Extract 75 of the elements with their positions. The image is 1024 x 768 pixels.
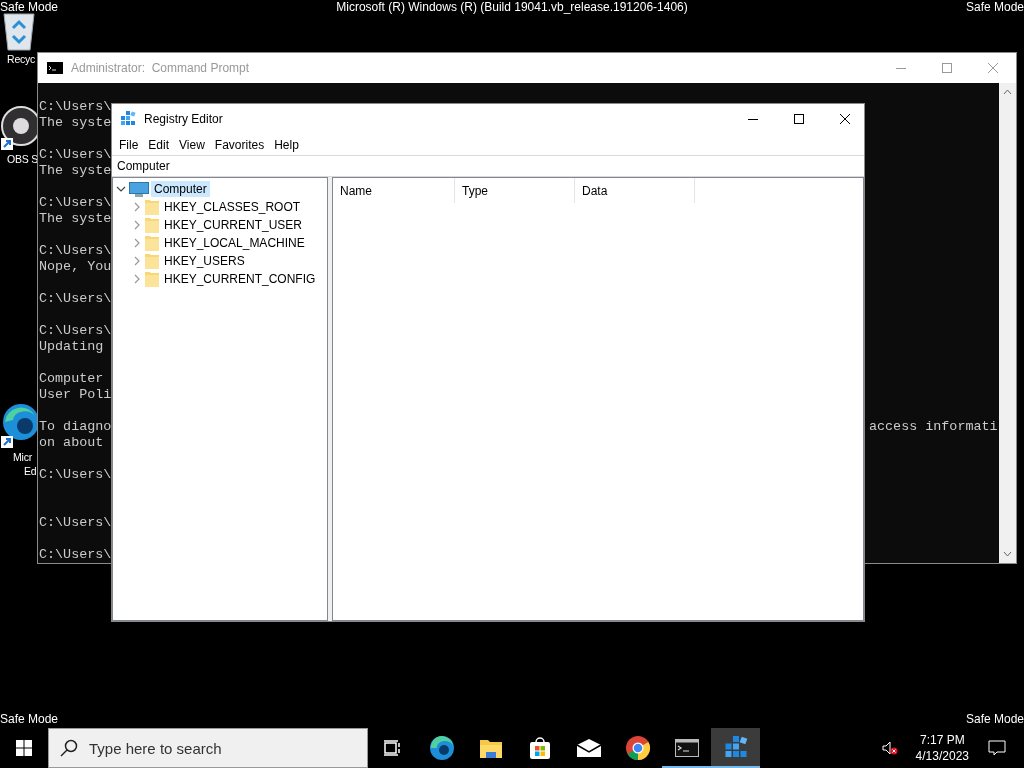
- console-line: To diagno: [39, 418, 112, 435]
- console-line: The syste: [39, 115, 112, 131]
- desktop-icon-label[interactable]: Ed: [24, 464, 37, 478]
- safe-mode-label: Safe Mode: [965, 0, 1024, 14]
- console-icon: [47, 62, 63, 74]
- menu-item[interactable]: View: [174, 135, 210, 154]
- minimize-icon: [748, 118, 758, 120]
- registry-icon: [120, 111, 136, 127]
- console-line: Computer: [39, 370, 104, 387]
- close-icon: [840, 114, 850, 124]
- window-title: Administrator: Command Prompt: [71, 61, 250, 75]
- console-line: C:\Users\: [39, 514, 112, 531]
- column-header[interactable]: Data: [575, 178, 695, 203]
- store-icon: [527, 736, 552, 760]
- tree-item[interactable]: HKEY_CURRENT_CONFIG: [161, 271, 319, 287]
- folder-icon: [145, 235, 159, 251]
- desktop-icon-label[interactable]: Recyc: [7, 52, 36, 66]
- console-line: The syste: [39, 211, 112, 227]
- console-line: C:\Users\: [39, 99, 112, 115]
- window-title: Registry Editor: [144, 112, 223, 126]
- edge-icon: [428, 735, 455, 761]
- address-bar[interactable]: Computer: [117, 159, 170, 173]
- scrollbar[interactable]: [999, 83, 1016, 563]
- windows-logo-icon: [16, 740, 32, 756]
- folder-icon: [145, 253, 159, 269]
- console-line: C:\Users\: [39, 322, 112, 339]
- task-view-icon: [383, 740, 402, 756]
- menu-item[interactable]: Favorites: [209, 135, 270, 154]
- folder-icon: [145, 217, 159, 233]
- volume-muted-icon: [881, 741, 898, 755]
- safe-mode-label: Safe Mode: [0, 712, 59, 726]
- search-field[interactable]: Type here to search: [48, 728, 368, 768]
- clock[interactable]: 7:17 PM 4/13/2023: [907, 728, 977, 768]
- menu-item[interactable]: Edit: [143, 135, 175, 154]
- tree-item[interactable]: HKEY_USERS: [161, 253, 248, 269]
- registry-icon: [723, 736, 748, 760]
- console-line: C:\Users\: [39, 546, 112, 563]
- scroll-up-icon[interactable]: [1003, 89, 1012, 95]
- safe-mode-label: Safe Mode: [0, 0, 59, 14]
- minimize-icon: [896, 67, 906, 69]
- console-line: on about: [39, 435, 104, 451]
- folder-icon: [478, 737, 503, 759]
- maximize-icon: [794, 114, 804, 124]
- console-line: C:\Users\: [39, 466, 112, 483]
- console-line: The syste: [39, 163, 112, 179]
- desktop-icon-label[interactable]: Micr: [13, 450, 33, 464]
- folder-icon: [145, 271, 159, 287]
- notification-icon: [988, 739, 1006, 757]
- maximize-icon: [942, 63, 952, 73]
- tree-item[interactable]: HKEY_CLASSES_ROOT: [161, 199, 304, 215]
- tree-item[interactable]: HKEY_LOCAL_MACHINE: [161, 235, 308, 251]
- scroll-down-icon[interactable]: [1003, 551, 1012, 557]
- search-icon: [60, 739, 78, 757]
- console-line: C:\Users\: [39, 194, 112, 211]
- console-line: C:\Users\: [39, 242, 112, 259]
- console-line: C:\Users\: [39, 290, 112, 307]
- computer-icon: [129, 181, 149, 197]
- chrome-icon: [624, 735, 651, 761]
- column-header[interactable]: Name: [333, 178, 455, 203]
- console-line: User Poli: [39, 387, 112, 403]
- console-line: Nope, You: [39, 259, 112, 275]
- tree-item[interactable]: Computer: [151, 181, 210, 197]
- console-icon: [674, 739, 699, 757]
- close-icon: [988, 63, 998, 73]
- console-line: Updating: [39, 339, 104, 355]
- console-line: C:\Users\: [39, 146, 112, 163]
- menu-item[interactable]: File: [114, 135, 144, 154]
- column-header[interactable]: Type: [455, 178, 575, 203]
- folder-icon: [145, 199, 159, 215]
- build-label: Microsoft (R) Windows (R) (Build 19041.vb_release.191206-1406): [336, 0, 688, 14]
- tree-item[interactable]: HKEY_CURRENT_USER: [161, 217, 306, 233]
- menu-item[interactable]: Help: [269, 135, 304, 154]
- safe-mode-label: Safe Mode: [965, 712, 1024, 726]
- console-line: access informati: [869, 418, 998, 435]
- mail-icon: [575, 738, 602, 758]
